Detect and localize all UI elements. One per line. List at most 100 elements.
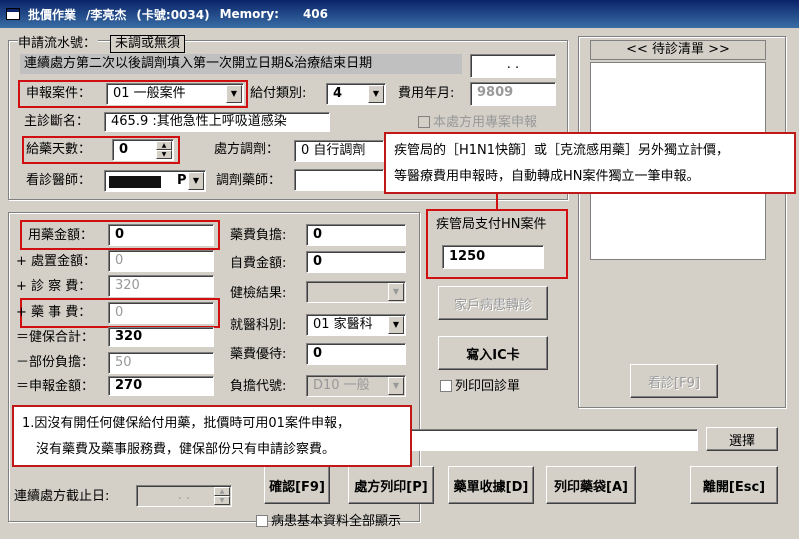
memory-label: Memory: <box>219 7 279 21</box>
copay-label: －部份負擔： <box>16 355 95 370</box>
consult-button[interactable]: 看診[F9] <box>630 364 718 398</box>
card-number: (卡號:0034) <box>136 7 210 22</box>
memory-value: 406 <box>302 7 329 21</box>
hn-case-label: 疾管局支付HN案件 <box>436 217 547 232</box>
hn-callout-line1: 疾管局的［H1N1快篩］或［克流感用藥］另外獨立計價， <box>394 143 730 158</box>
continuous-end-input[interactable]: . . ▲ ▼ <box>136 485 232 507</box>
case01-callout-line2: 沒有藥費及藥事服務費，健保部份只有申請診察費。 <box>36 442 336 457</box>
family-transfer-button[interactable]: 家戶病患轉診 <box>438 286 548 320</box>
chevron-down-icon[interactable]: ▼ <box>388 283 404 301</box>
stepper-arrows[interactable]: ▲ ▼ <box>214 487 230 506</box>
days-label: 給藥天數： <box>26 142 92 157</box>
exit-button[interactable]: 離開[Esc] <box>690 466 778 504</box>
serial-label: 申請流水號： <box>18 35 99 53</box>
case-select-value: 01 一般案件 <box>113 86 186 101</box>
burden-code-value: D10 一般 <box>313 378 370 393</box>
window-icon <box>6 8 20 20</box>
hn-case-value: 1250 <box>442 245 544 269</box>
copay-input[interactable]: 50 <box>108 352 214 374</box>
disposal-input[interactable]: 0 <box>108 250 214 272</box>
doctor-label: 看診醫師： <box>26 173 92 188</box>
special-project-checkbox[interactable]: 本處方用專案申報 <box>418 114 537 132</box>
window-title-bar: 批價作業 /李亮杰 (卡號:0034) Memory: 406 <box>0 0 799 28</box>
chevron-down-icon[interactable]: ▼ <box>226 85 242 103</box>
callout-connector <box>496 193 498 209</box>
pharmacy-fee-input[interactable]: 0 <box>108 302 214 324</box>
rx-dispense-select[interactable]: 0 自行調劑 <box>294 140 384 162</box>
days-value: 0 <box>119 142 129 157</box>
continuous-rx-note: 連續處方第二次以後調劑填入第一次開立日期&治療結束日期 <box>20 54 462 74</box>
user-name: /李亮杰 <box>86 7 127 22</box>
show-all-checkbox[interactable]: 病患基本資料全部顯示 <box>256 513 401 531</box>
drug-amount-label: 用藥金額： <box>28 228 94 243</box>
pending-list-title: << 待診清單 >> <box>590 40 766 60</box>
hn-callout-line2: 等醫療費用申報時，自動轉成HN案件獨立一筆申報。 <box>394 169 700 184</box>
print-return-checkbox[interactable]: 列印回診單 <box>440 378 520 396</box>
special-project-label: 本處方用專案申報 <box>433 115 538 130</box>
burden-code-label: 負擔代號: <box>230 379 287 394</box>
consult-label: + 診 察 費： <box>16 279 92 294</box>
self-pay-label: 自費金額: <box>230 256 287 271</box>
case-select[interactable]: 01 一般案件 ▼ <box>106 83 244 105</box>
fee-month-input[interactable]: 9809 <box>470 82 556 106</box>
health-check-label: 健檢結果: <box>230 286 287 301</box>
write-ic-button[interactable]: 寫入IC卡 <box>438 336 548 370</box>
consult-input[interactable]: 320 <box>108 275 214 297</box>
continuous-end-label: 連續處方截止日: <box>14 489 110 504</box>
checkbox-icon <box>418 116 430 128</box>
chevron-down-icon[interactable]: ▼ <box>388 377 404 395</box>
pay-type-select[interactable]: 4 ▼ <box>326 83 386 105</box>
serial-value: 未調或無須 <box>110 35 186 53</box>
app-title: 批價作業 <box>28 7 77 22</box>
self-pay-input[interactable]: 0 <box>306 251 406 273</box>
insurance-total-value: 320 <box>108 327 214 347</box>
drug-burden-label: 藥費負擔: <box>230 228 287 243</box>
pharmacist-select[interactable] <box>294 169 384 191</box>
pay-type-label: 給付類別: <box>250 86 307 101</box>
checkbox-icon <box>256 515 268 527</box>
insurance-total-label: ＝健保合計： <box>16 330 95 345</box>
print-bag-button[interactable]: 列印藥袋[A] <box>546 466 636 504</box>
redacted-name <box>109 176 161 188</box>
diagnosis-label: 主診斷名： <box>24 114 90 129</box>
drug-burden-input[interactable]: 0 <box>306 224 406 246</box>
hn-callout: 疾管局的［H1N1快篩］或［克流感用藥］另外獨立計價， 等醫療費用申報時，自動轉… <box>384 132 796 194</box>
fee-month-label: 費用年月: <box>398 86 455 101</box>
discount-label: 藥費優待: <box>230 347 287 362</box>
select-input[interactable] <box>400 429 698 451</box>
disposal-label: + 處置金額： <box>16 254 97 269</box>
discount-input[interactable]: 0 <box>306 343 406 365</box>
days-stepper[interactable]: 0 ▲ ▼ <box>112 139 174 161</box>
confirm-button[interactable]: 確認[F9] <box>264 466 330 504</box>
print-return-label: 列印回診單 <box>455 379 521 394</box>
rx-print-button[interactable]: 處方列印[P] <box>348 466 434 504</box>
chevron-down-icon[interactable]: ▼ <box>388 316 404 334</box>
case01-callout: 1.因沒有開任何健保給付用藥，批價時可用01案件申報， 沒有藥費及藥事服務費，健… <box>12 405 412 467</box>
stepper-arrows[interactable]: ▲ ▼ <box>156 141 172 160</box>
select-button[interactable]: 選擇 <box>706 427 778 451</box>
checkbox-icon <box>440 380 452 392</box>
confirm-button-label: 確認[F9] <box>269 479 325 495</box>
burden-code-select[interactable]: D10 一般 ▼ <box>306 375 406 397</box>
continuous-end-value: . . <box>177 488 191 503</box>
drug-amount-input[interactable]: 0 <box>108 224 214 246</box>
pharmacy-fee-label: + 藥 事 費： <box>16 305 92 320</box>
rx-dispense-label: 處方調劑： <box>214 142 280 157</box>
case-label: 申報案件： <box>26 86 92 101</box>
doctor-value: P <box>177 173 187 188</box>
dept-select[interactable]: 01 家醫科 ▼ <box>306 314 406 336</box>
doctor-select[interactable]: P ▼ <box>104 170 206 192</box>
drug-receipt-button[interactable]: 藥單收據[D] <box>448 466 534 504</box>
pharmacist-label: 調劑藥師： <box>216 173 282 188</box>
dept-value: 01 家醫科 <box>313 317 373 332</box>
show-all-label: 病患基本資料全部顯示 <box>271 514 402 529</box>
claim-label: ＝申報金額： <box>16 379 95 394</box>
dept-label: 就醫科別: <box>230 318 287 333</box>
chevron-down-icon[interactable]: ▼ <box>368 85 384 103</box>
pay-type-value: 4 <box>333 86 343 101</box>
diagnosis-input[interactable]: 465.9 :其他急性上呼吸道感染 <box>104 112 330 132</box>
continuous-start-date[interactable]: . . <box>470 54 556 78</box>
chevron-down-icon[interactable]: ▼ <box>188 172 204 190</box>
case01-callout-line1: 1.因沒有開任何健保給付用藥，批價時可用01案件申報， <box>22 416 350 431</box>
health-check-select[interactable]: ▼ <box>306 281 406 303</box>
